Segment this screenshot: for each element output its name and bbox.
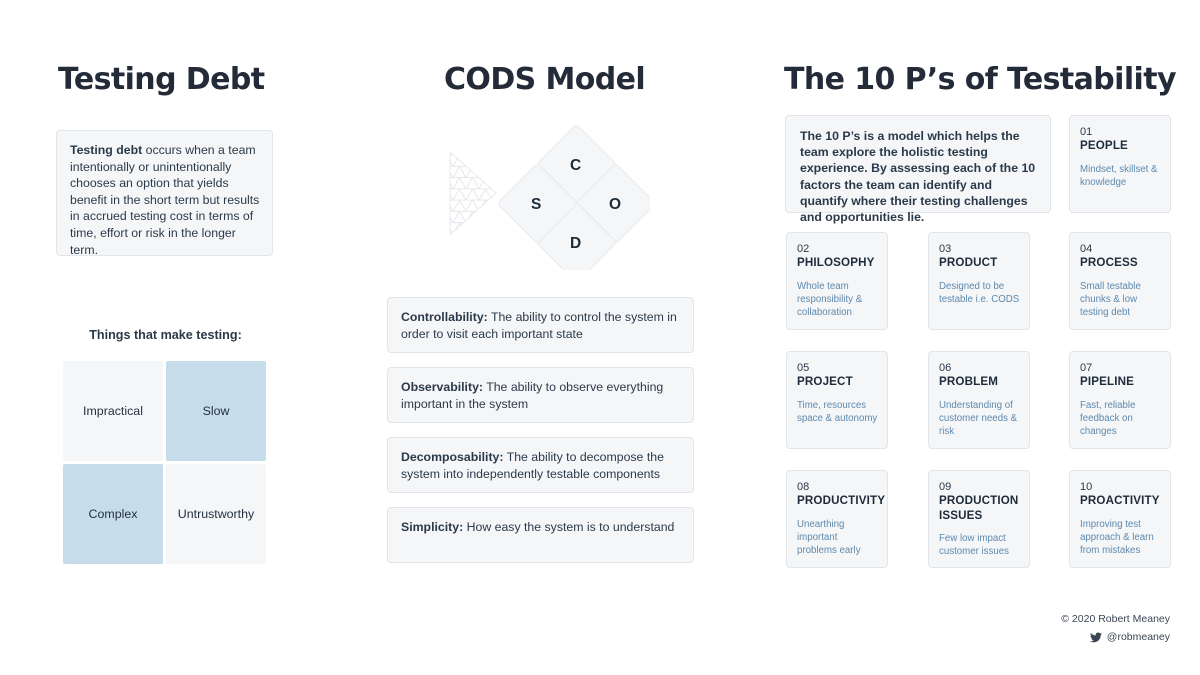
quadrant-cell-impractical: Impractical <box>63 361 163 461</box>
quadrant-cell-complex: Complex <box>63 464 163 564</box>
cods-model-title: CODS Model <box>444 62 646 97</box>
p-card-desc: Mindset, skillset & knowledge <box>1080 163 1158 188</box>
cods-item-text: Observability: The ability to observe ev… <box>401 379 681 412</box>
testing-debt-definition-rest: occurs when a team intentionally or unin… <box>70 143 260 257</box>
p-card-number: 06 <box>939 362 952 374</box>
infographic-canvas: Testing Debt Testing debt occurs when a … <box>0 0 1200 675</box>
testing-debt-title: Testing Debt <box>58 62 265 97</box>
p-card-name: PHILOSOPHY <box>797 256 875 269</box>
cods-body-diamonds <box>498 125 655 282</box>
p-card-desc: Whole team responsibility & collaboratio… <box>797 280 863 318</box>
ten-ps-intro-box: The 10 P’s is a model which helps the te… <box>785 115 1051 224</box>
p-card-philosophy: 02 PHILOSOPHY Whole team responsibility … <box>786 232 888 330</box>
p-card-name: PROCESS <box>1080 256 1138 269</box>
p-card-number: 09 <box>939 481 952 493</box>
p-card-name: PIPELINE <box>1080 375 1135 388</box>
footer-handle-row: @robmeaney <box>980 628 1170 646</box>
cods-item-desc: How easy the system is to understand <box>463 520 675 534</box>
cods-item-text: Simplicity: How easy the system is to un… <box>401 519 681 536</box>
ten-ps-title: The 10 P’s of Testability <box>784 62 1177 97</box>
quadrant-cell-label: Slow <box>202 404 230 418</box>
cods-item-term: Simplicity: <box>401 520 464 534</box>
quadrant-cell-label: Untrustworthy <box>177 507 255 521</box>
cods-fish-diagram: C O D S <box>440 110 655 282</box>
cods-item-text: Decomposability: The ability to decompos… <box>401 449 681 482</box>
p-card-name: PROJECT <box>797 375 853 388</box>
p-card-number: 02 <box>797 243 810 255</box>
p-card-number: 03 <box>939 243 952 255</box>
p-card-desc: Few low impact customer issues <box>939 533 1009 557</box>
p-card-number: 07 <box>1080 362 1093 374</box>
cods-item-term: Decomposability: <box>401 450 504 464</box>
p-card-number: 08 <box>797 481 810 493</box>
p-card-number: 01 <box>1080 126 1093 138</box>
footer-copyright-row: © 2020 Robert Meaney <box>980 610 1170 628</box>
cods-item-observability: Observability: The ability to observe ev… <box>387 367 694 423</box>
cods-item-term: Observability: <box>401 380 484 394</box>
p-card-desc: Time, resources space & autonomy <box>797 399 878 424</box>
p-card-problem: 06 PROBLEM Understanding of customer nee… <box>928 351 1030 449</box>
testing-debt-definition-box: Testing debt occurs when a team intentio… <box>56 130 273 258</box>
p-card-name: PROACTIVITY <box>1080 494 1160 507</box>
p-card-productivity: 08 PRODUCTIVITY Unearthing important pro… <box>786 470 888 568</box>
quadrant-cell-untrustworthy: Untrustworthy <box>166 464 266 564</box>
ten-ps-intro-text: The 10 P’s is a model which helps the te… <box>800 129 1036 225</box>
p-card-desc: Unearthing important problems early <box>797 518 861 556</box>
testing-debt-definition-text: Testing debt occurs when a team intentio… <box>70 142 260 258</box>
p-card-number: 04 <box>1080 243 1093 255</box>
p-card-name: PEOPLE <box>1080 139 1128 152</box>
p-card-name: PRODUCTION ISSUES <box>939 494 1019 522</box>
p-card-project: 05 PROJECT Time, resources space & auton… <box>786 351 888 449</box>
cods-item-controllability: Controllability: The ability to control … <box>387 297 694 353</box>
cods-tail-triangle <box>449 150 497 237</box>
quadrant-heading: Things that make testing: <box>89 328 242 342</box>
cods-diagram-svg <box>449 125 655 282</box>
p-card-desc: Fast, reliable feedback on changes <box>1080 399 1136 437</box>
p-card-process: 04 PROCESS Small testable chunks & low t… <box>1069 232 1171 330</box>
p-card-desc: Improving test approach & learn from mis… <box>1080 518 1154 556</box>
p-card-desc: Understanding of customer needs & risk <box>939 399 1018 437</box>
p-card-production-issues: 09 PRODUCTION ISSUES Few low impact cust… <box>928 470 1030 568</box>
p-card-pipeline: 07 PIPELINE Fast, reliable feedback on c… <box>1069 351 1171 449</box>
p-card-number: 05 <box>797 362 810 374</box>
p-card-number: 10 <box>1080 481 1093 493</box>
copyright-text: © 2020 Robert Meaney <box>1061 613 1170 625</box>
p-card-name: PROBLEM <box>939 375 999 388</box>
quadrant-cell-slow: Slow <box>166 361 266 461</box>
p-card-name: PRODUCT <box>939 256 998 269</box>
p-card-desc: Small testable chunks & low testing debt <box>1080 280 1141 318</box>
quadrant-cell-label: Impractical <box>83 404 143 418</box>
p-card-product: 03 PRODUCT Designed to be testable i.e. … <box>928 232 1030 330</box>
twitter-handle: @robmeaney <box>1106 631 1170 643</box>
cods-item-decomposability: Decomposability: The ability to decompos… <box>387 437 694 493</box>
p-card-people: 01 PEOPLE Mindset, skillset & knowledge <box>1069 115 1171 213</box>
p-card-name: PRODUCTIVITY <box>797 494 886 507</box>
p-card-desc: Designed to be testable i.e. CODS <box>939 280 1020 305</box>
cods-item-text: Controllability: The ability to control … <box>401 309 681 342</box>
quadrant-cell-label: Complex <box>88 507 138 521</box>
testing-quadrant-grid: Impractical Slow Complex Untrustworthy <box>63 361 266 564</box>
testing-debt-definition-lead: Testing debt <box>70 143 143 157</box>
cods-item-simplicity: Simplicity: How easy the system is to un… <box>387 507 694 563</box>
twitter-bird-icon <box>1089 632 1102 643</box>
p-card-proactivity: 10 PROACTIVITY Improving test approach &… <box>1069 470 1171 568</box>
footer-credit: © 2020 Robert Meaney @robmeaney <box>980 610 1170 646</box>
cods-item-term: Controllability: <box>401 310 488 324</box>
